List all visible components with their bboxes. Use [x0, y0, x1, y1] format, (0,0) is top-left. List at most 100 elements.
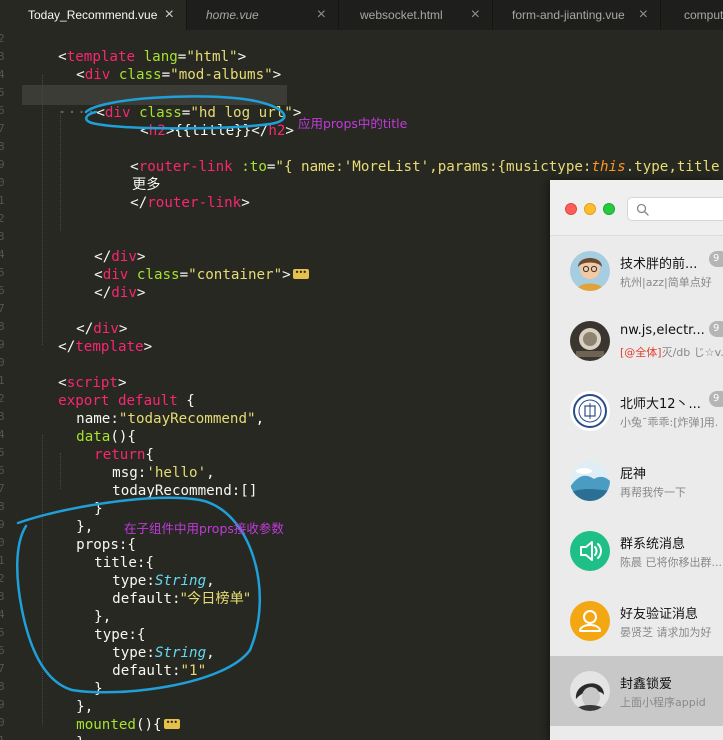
code-token: </	[130, 195, 148, 211]
line-number-stub: 8	[0, 140, 5, 153]
code-line: todayRecommend:[]	[78, 464, 257, 499]
search-input[interactable]	[627, 197, 723, 221]
close-window-button[interactable]	[565, 203, 577, 215]
tab-label: comput	[684, 8, 723, 22]
conversation-item[interactable]: 屁神 再帮我传一下	[550, 446, 723, 516]
fold-marker-icon[interactable]	[163, 714, 180, 732]
tab-today-recommend[interactable]: Today_Recommend.vue ×	[0, 0, 187, 30]
code-token: "container"	[188, 267, 283, 283]
mention-tag: [@全体]	[620, 346, 662, 359]
line-number-stub: 6	[0, 464, 5, 477]
code-line: return{	[60, 428, 154, 463]
code-line: }	[60, 662, 103, 697]
code-token: <	[140, 123, 149, 139]
annotation-props-title: 应用props中的title	[298, 116, 408, 131]
code-token: (){	[135, 717, 162, 733]
code-line: </div>	[60, 266, 145, 301]
conversation-item[interactable]: 群系统消息 陈晨 已将你移出群...	[550, 516, 723, 586]
close-icon[interactable]: ×	[471, 0, 480, 30]
line-number-stub: 3	[0, 230, 5, 243]
unread-badge: 9	[709, 321, 723, 337]
chat-window: 技术胖的前... 杭州|azz|简单点好 9 nw.js,electr... […	[550, 180, 723, 740]
code-line: title:{	[60, 536, 154, 571]
conversation-preview: 再帮我传一下	[620, 486, 686, 499]
line-number-stub: 4	[0, 68, 5, 81]
code-line: },	[42, 500, 93, 535]
code-token: "1"	[180, 663, 207, 679]
conversation-name: 技术胖的前...	[620, 257, 698, 272]
conversation-preview: 杭州|azz|简单点好	[620, 276, 712, 289]
line-number-stub: 9	[0, 698, 5, 711]
code-line: export default {	[24, 374, 195, 409]
code-line: ····<div class="hd log url">	[24, 86, 301, 121]
code-line: },	[42, 716, 93, 740]
code-token: "mod-albums"	[170, 67, 273, 83]
code-token: <	[76, 67, 85, 83]
code-line: default:"1"	[78, 644, 206, 679]
close-icon[interactable]: ×	[639, 0, 648, 30]
tab-websocket[interactable]: websocket.html ×	[340, 0, 493, 30]
code-token: =	[161, 67, 171, 83]
conversation-name: 屁神	[620, 467, 647, 482]
tab-form-and-jianting[interactable]: form-and-jianting.vue ×	[494, 0, 661, 30]
code-token: },	[76, 735, 93, 740]
code-line: props:{	[42, 518, 136, 553]
group-photo-icon	[570, 321, 610, 361]
code-line: type:String,	[78, 626, 215, 661]
line-number-stub: 8	[0, 500, 5, 513]
line-number-stub: 4	[0, 248, 5, 261]
code-token: div	[84, 67, 111, 83]
code-line: },	[60, 590, 111, 625]
line-number-stub: 8	[0, 680, 5, 693]
code-line: <h2>{{title}}</h2>	[106, 104, 294, 139]
code-token: this	[591, 159, 626, 175]
conversation-preview: [@全体]灭/db じ☆v.	[620, 344, 723, 360]
code-token: =	[179, 267, 189, 283]
tab-comput[interactable]: comput	[662, 0, 723, 30]
line-number-stub: 6	[0, 644, 5, 657]
university-seal-icon	[570, 391, 610, 431]
code-token: >	[143, 339, 153, 355]
code-token: .type,title:	[625, 159, 723, 175]
conversation-name: 好友验证消息	[620, 607, 699, 622]
conversation-item-selected[interactable]: 封鑫锁爱 上面小程序appid	[550, 656, 723, 726]
line-number-stub: 7	[0, 482, 5, 495]
close-icon[interactable]: ×	[317, 0, 326, 30]
code-line: type:{	[60, 608, 145, 643]
code-token: >	[136, 285, 146, 301]
code-line: <div class="container">	[60, 248, 309, 283]
code-token: 'MoreList'	[343, 159, 430, 175]
fold-marker-icon[interactable]	[292, 264, 309, 282]
chat-toolbar	[550, 180, 723, 236]
line-gutter: 2 3 4 5 6 7 8 9 0 1 2 3 4 5 6 7 8 9 0 1 2 3 4 5 6 7 8 9 0 1 2 3 4 5 6 7 8 9 0 1	[0, 30, 6, 740]
code-token: "todayRecommend"	[118, 411, 256, 427]
code-line: mounted(){	[42, 698, 180, 733]
code-token: todayRecommend:[]	[112, 483, 258, 499]
conversation-item[interactable]: nw.js,electr... [@全体]灭/db じ☆v. 9	[550, 306, 723, 376]
minimize-window-button[interactable]	[584, 203, 596, 215]
unread-badge: 9	[709, 391, 723, 407]
code-line: </div>	[42, 302, 127, 337]
maximize-window-button[interactable]	[603, 203, 615, 215]
code-token: >	[282, 267, 291, 283]
code-line: name:"todayRecommend",	[42, 392, 264, 427]
conversation-item[interactable]: 北师大12丶... 小兔¯乖乖:[炸弹]用. 9	[550, 376, 723, 446]
code-line: </router-link>	[96, 176, 250, 211]
conversation-name: 封鑫锁爱	[620, 677, 673, 692]
code-token: >	[272, 67, 282, 83]
close-icon[interactable]: ×	[165, 0, 174, 30]
code-line: </div>	[60, 230, 145, 265]
line-number-stub: 4	[0, 608, 5, 621]
code-line: </template>	[24, 320, 152, 355]
tab-home[interactable]: home.vue ×	[188, 0, 339, 30]
conversation-item[interactable]: 好友验证消息 晏贤芝 请求加为好	[550, 586, 723, 656]
code-token: router-link	[147, 195, 242, 211]
conversation-item[interactable]: 技术胖的前... 杭州|azz|简单点好 9	[550, 236, 723, 306]
line-number-stub: 5	[0, 446, 5, 459]
code-token: ,	[206, 645, 215, 661]
code-line: 更多	[114, 158, 160, 193]
preview-text: 灭/db じ☆v.	[661, 346, 723, 359]
code-token: >	[285, 123, 294, 139]
code-token: </	[94, 285, 112, 301]
